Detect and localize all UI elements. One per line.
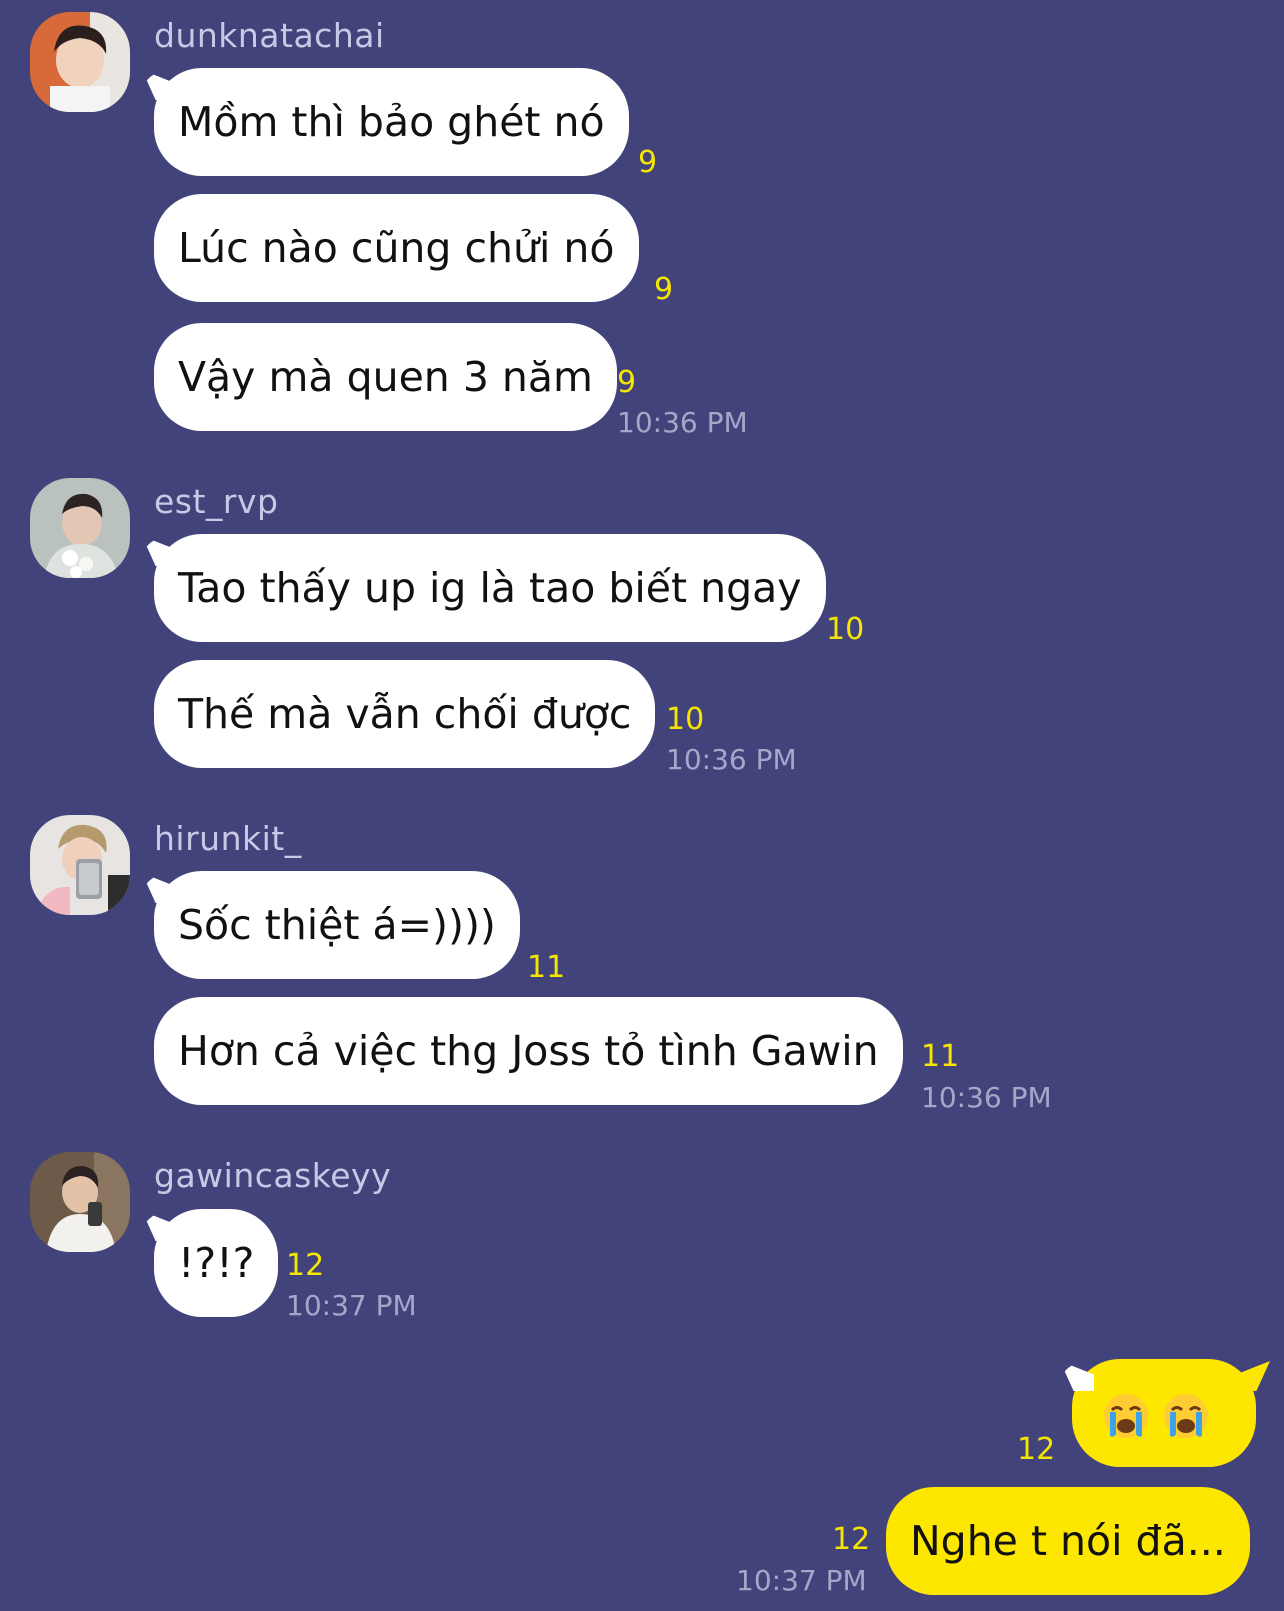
read-count: 10 [826,612,865,647]
message-text: Nghe t nói đã... [910,1517,1226,1565]
message-text: Sốc thiệt á=)))) [178,901,496,949]
timestamp: 10:37 PM [286,1289,417,1322]
read-count: 12 [1017,1432,1056,1467]
sender-name[interactable]: est_rvp [154,482,278,521]
message-text: Tao thấy up ig là tao biết ngay [178,564,802,612]
timestamp: 10:36 PM [617,406,748,439]
message-bubble[interactable]: !?!? [154,1209,279,1317]
avatar-photo-dunknatachai [30,12,130,112]
message-bubble[interactable]: Thế mà vẫn chối được [154,660,656,768]
sender-name[interactable]: gawincaskeyy [154,1156,391,1195]
avatar-photo-hirunkit_ [30,815,130,915]
loudly-crying-face-icon [1100,1390,1152,1442]
read-count: 9 [638,145,658,180]
message-text: Lúc nào cũng chửi nó [178,224,615,272]
avatar-hirunkit_[interactable] [30,815,130,915]
message-bubble[interactable]: Mồm thì bảo ghét nó [154,68,629,176]
message-bubble-outgoing[interactable] [1072,1359,1256,1467]
avatar-photo-est_rvp [30,478,130,578]
read-count: 12 [832,1522,871,1557]
read-count: 11 [527,950,566,985]
timestamp: 10:36 PM [921,1081,1052,1114]
timestamp: 10:37 PM [736,1564,867,1597]
message-bubble[interactable]: Lúc nào cũng chửi nó [154,194,639,302]
message-bubble-outgoing[interactable]: Nghe t nói đã... [886,1487,1250,1595]
message-text: Mồm thì bảo ghét nó [178,98,605,146]
message-text: !?!? [178,1239,255,1287]
avatar-gawincaskeyy[interactable] [30,1152,130,1252]
message-bubble[interactable]: Hơn cả việc thg Joss tỏ tình Gawin [154,997,903,1105]
read-count: 9 [654,272,674,307]
read-count: 12 [286,1248,325,1283]
loudly-crying-face-icon [1160,1390,1212,1442]
message-text: Hơn cả việc thg Joss tỏ tình Gawin [178,1027,879,1075]
timestamp: 10:36 PM [666,743,797,776]
read-count: 10 [666,702,705,737]
read-count: 9 [617,365,637,400]
message-bubble[interactable]: Sốc thiệt á=)))) [154,871,520,979]
avatar-dunknatachai[interactable] [30,12,130,112]
message-text: Thế mà vẫn chối được [178,690,632,738]
message-bubble[interactable]: Tao thấy up ig là tao biết ngay [154,534,826,642]
chat-thread[interactable]: dunknatachai Mồm thì bảo ghét nó 9 Lúc n… [0,0,1284,1611]
message-bubble[interactable]: Vậy mà quen 3 năm [154,323,617,431]
message-text: Vậy mà quen 3 năm [178,353,593,401]
sender-name[interactable]: hirunkit_ [154,819,302,858]
sender-name[interactable]: dunknatachai [154,16,385,55]
read-count: 11 [921,1039,960,1074]
avatar-photo-gawincaskeyy [30,1152,130,1252]
avatar-est_rvp[interactable] [30,478,130,578]
